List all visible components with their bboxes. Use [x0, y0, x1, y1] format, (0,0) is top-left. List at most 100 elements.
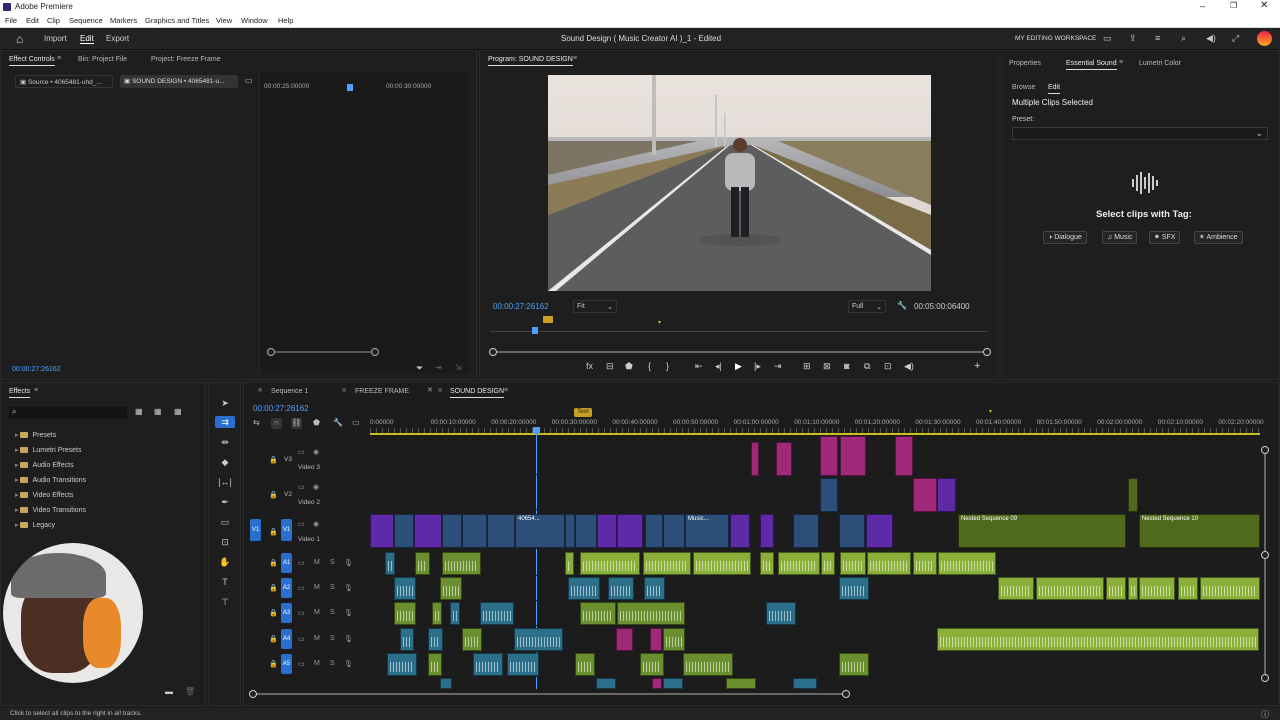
insert-icon[interactable]: ⊞	[803, 361, 811, 372]
volume-icon[interactable]: ◀)	[1206, 33, 1216, 44]
timeline-timecode[interactable]: 00:00:27:26162	[253, 404, 309, 413]
camera-icon[interactable]: ◙	[844, 361, 849, 371]
wrench-icon[interactable]: 🔧	[897, 301, 907, 310]
avatar[interactable]	[1257, 31, 1272, 46]
menu-help[interactable]: Help	[278, 16, 293, 25]
menu-clip[interactable]: Clip	[47, 16, 60, 25]
solo-button[interactable]: S	[330, 660, 335, 667]
timeline-clip[interactable]	[462, 514, 487, 548]
tab-bin-project[interactable]: Bin: Project File	[78, 56, 127, 63]
timeline-clip[interactable]	[645, 514, 663, 548]
timeline-clip[interactable]	[616, 628, 633, 651]
effects-folder-audio-effects[interactable]: Audio Effects	[15, 461, 74, 469]
tag-dialogue-button[interactable]: ◑ Dialogue	[1043, 231, 1087, 244]
track-select-tool-icon[interactable]: ⇉	[215, 416, 235, 428]
timeline-clip[interactable]	[751, 442, 759, 476]
h-scroll-handle-left[interactable]	[249, 690, 257, 698]
mic-icon[interactable]: 🎙	[344, 660, 353, 668]
ec-scroll-handle-left[interactable]	[267, 348, 275, 356]
timeline-clip[interactable]	[726, 678, 756, 689]
timeline-clip[interactable]	[394, 577, 416, 600]
mute-button[interactable]: M	[314, 584, 320, 591]
program-menu-icon[interactable]: ≡	[573, 55, 577, 62]
accelerated-effects-icon[interactable]: ▦	[135, 407, 143, 416]
timeline-clip[interactable]	[820, 436, 838, 476]
close-icon[interactable]: ✕	[1260, 0, 1268, 11]
timeline-clip[interactable]	[839, 653, 869, 676]
timeline-clip[interactable]	[487, 514, 515, 548]
effects-title[interactable]: Effects	[9, 388, 31, 398]
timeline-clip[interactable]	[839, 514, 865, 548]
program-zoom-bar[interactable]	[492, 351, 986, 353]
marker-small-icon[interactable]: ▾	[658, 319, 661, 326]
timeline-clip[interactable]	[867, 552, 911, 575]
play-only-icon[interactable]: ⇥	[435, 363, 442, 372]
step-forward-icon[interactable]: |▸	[754, 361, 761, 372]
multicam-icon[interactable]: ⊡	[884, 361, 892, 372]
step-back-icon[interactable]: ◂|	[715, 361, 722, 372]
timeline-clip[interactable]	[565, 514, 575, 548]
track-id[interactable]: A3	[281, 603, 292, 623]
timeline-clip[interactable]	[895, 436, 913, 476]
timeline-clip[interactable]	[428, 628, 443, 651]
timeline-clip[interactable]	[415, 552, 430, 575]
lock-icon[interactable]: 🔒	[269, 660, 278, 668]
tab-edit[interactable]: Edit	[80, 34, 94, 44]
sequence-clip-tab[interactable]: ▣ SOUND DESIGN • 4065481-u...	[120, 75, 238, 88]
tag-ambience-button[interactable]: ✶ Ambience	[1194, 231, 1243, 244]
timeline-clip[interactable]	[385, 552, 395, 575]
info-icon[interactable]: ⓘ	[1261, 709, 1269, 720]
timeline-clip[interactable]	[440, 678, 452, 689]
marker-small-icon[interactable]: ▾	[989, 408, 992, 415]
tab-freeze-frame[interactable]: FREEZE FRAME	[355, 388, 409, 395]
ec-playhead[interactable]	[347, 84, 353, 91]
timeline-clip[interactable]	[565, 552, 574, 575]
tab-essential-sound[interactable]: Essential Sound	[1066, 60, 1117, 70]
timeline-clip[interactable]: 40654...	[515, 514, 565, 548]
zoom-handle-right[interactable]	[983, 348, 991, 356]
fit-select[interactable]: Fit ⌄	[573, 300, 617, 313]
timeline-clip[interactable]	[394, 602, 416, 625]
ec-scrollbar[interactable]	[269, 351, 377, 353]
tag-sfx-button[interactable]: ✷ SFX	[1149, 231, 1181, 244]
timeline-clip[interactable]	[998, 577, 1034, 600]
timeline-clip[interactable]	[663, 678, 683, 689]
timeline-clip[interactable]	[440, 577, 462, 600]
timeline-clip[interactable]	[793, 678, 817, 689]
lock-icon[interactable]: 🔒	[269, 584, 278, 592]
text-marker[interactable]: Text	[574, 408, 592, 417]
generative-extend-icon[interactable]: ⊡	[215, 536, 235, 548]
timeline-clip[interactable]	[793, 514, 819, 548]
panel-menu-icon[interactable]: ≡	[57, 55, 61, 62]
fx-icon[interactable]: fx	[586, 361, 593, 371]
program-playhead[interactable]	[532, 327, 538, 334]
quality-select[interactable]: Full ⌄	[848, 300, 886, 313]
wrench-icon[interactable]: 🔧	[333, 418, 343, 427]
timeline-clip[interactable]	[778, 552, 820, 575]
lock-icon[interactable]: 🔒	[269, 635, 278, 643]
timeline-clip[interactable]	[568, 577, 600, 600]
caption-tool-icon[interactable]: ⊤	[215, 596, 235, 608]
timeline-menu-icon[interactable]: ≡	[504, 387, 508, 394]
program-timecode[interactable]: 00:00:27:26162	[493, 302, 549, 311]
effects-folder-legacy[interactable]: Legacy	[15, 521, 55, 529]
menu-view[interactable]: View	[216, 16, 232, 25]
es-menu-icon[interactable]: ≡	[1119, 59, 1123, 66]
menu-window[interactable]: Window	[241, 16, 268, 25]
sync-lock-icon[interactable]: ▭	[298, 483, 305, 491]
32bit-effects-icon[interactable]: ▦	[154, 407, 162, 416]
menu-sequence[interactable]: Sequence	[69, 16, 103, 25]
timeline-clip[interactable]	[597, 514, 617, 548]
compare-icon[interactable]: ⧉	[864, 361, 870, 372]
yuv-effects-icon[interactable]: ▦	[174, 407, 182, 416]
rectangle-tool-icon[interactable]: ▭	[215, 516, 235, 528]
lift-icon[interactable]: ⊟	[606, 361, 614, 372]
play-icon[interactable]: ▶	[735, 361, 742, 372]
audio-v-scrollbar[interactable]	[1264, 558, 1266, 676]
filter-icon[interactable]: ⏷	[416, 363, 423, 374]
solo-button[interactable]: S	[330, 559, 335, 566]
sync-lock-icon[interactable]: ▭	[298, 584, 305, 592]
track-id[interactable]: A2	[281, 578, 292, 598]
v-scroll-handle[interactable]	[1261, 446, 1269, 454]
timeline-clip[interactable]	[1178, 577, 1198, 600]
